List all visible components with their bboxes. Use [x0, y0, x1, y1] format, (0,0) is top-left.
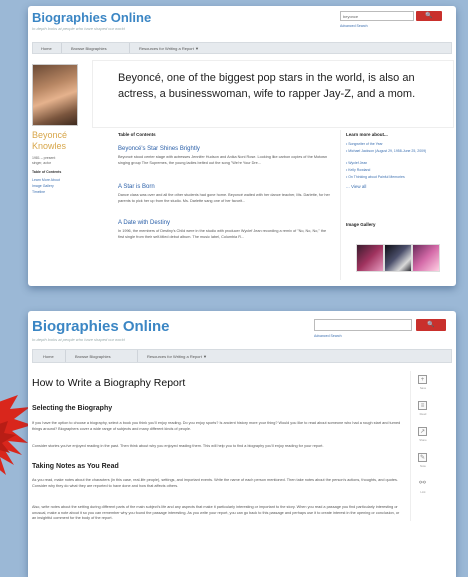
advanced-search-link[interactable]: Advanced Search — [314, 334, 342, 338]
nav-browse[interactable]: Browse Biographies — [71, 47, 107, 51]
section-excerpt-2: Dance class was over and all the other s… — [118, 193, 330, 203]
tool-label: Note — [420, 464, 426, 468]
nav-home[interactable]: Home — [43, 355, 54, 359]
gallery-heading: Image Gallery — [346, 222, 376, 227]
note-icon[interactable]: ✎ — [418, 453, 427, 462]
search-input[interactable]: beyonce — [340, 11, 414, 21]
paragraph: If you have the option to choose a biogr… — [32, 421, 401, 431]
save-icon[interactable]: + — [418, 375, 427, 384]
report-guide-card: Biographies Online In-depth looks at peo… — [28, 311, 456, 577]
search-icon: 🔍 — [427, 322, 435, 328]
nav-resources[interactable]: Resources for Writing a Report ▼ — [139, 47, 199, 51]
tool-divider — [410, 371, 411, 521]
section-title-3[interactable]: A Date with Destiny — [118, 220, 170, 226]
section-title-2[interactable]: A Star is Born — [118, 184, 155, 190]
gallery-image[interactable] — [356, 244, 384, 272]
section-title-1[interactable]: Beyoncé's Star Shines Brightly — [118, 146, 200, 152]
nav-resources[interactable]: Resources for Writing a Report ▼ — [147, 355, 207, 359]
main-nav: Home Browse Biographies Resources for Wr… — [32, 42, 452, 54]
learn-more-link[interactable]: • Kelly Rowland — [346, 168, 446, 173]
biography-page-card: Biographies Online In-depth looks at peo… — [28, 6, 456, 286]
tool-label: Link — [420, 490, 426, 494]
paragraph: Also, write notes about the setting duri… — [32, 505, 400, 521]
intro-quote: Beyoncé, one of the biggest pop stars in… — [118, 72, 416, 100]
nav-divider — [137, 350, 138, 362]
search-icon: 🔍 — [425, 13, 433, 19]
section-excerpt-1: Beyoncé stood center stage with actresse… — [118, 155, 328, 165]
sidebar-link-learn-more[interactable]: Learn More About — [32, 178, 60, 183]
tool-label: Save — [419, 386, 427, 390]
sidebar-link-timeline[interactable]: Timeline — [32, 190, 45, 195]
paragraph: As you read, make notes about the charac… — [32, 478, 398, 488]
site-tagline: In-depth looks at people who have shaped… — [32, 26, 125, 31]
sidebar-link-gallery[interactable]: Image Gallery — [32, 184, 54, 189]
link-icon[interactable]: ⚯ — [418, 479, 427, 488]
nav-home[interactable]: Home — [41, 47, 52, 51]
main-nav: Home Browse Biographies Resources for Wr… — [32, 349, 452, 363]
learn-more-link[interactable]: • Wyclef Jean — [346, 161, 446, 166]
nav-divider — [65, 350, 66, 362]
nav-divider — [129, 43, 130, 53]
tool-label: Read — [419, 412, 427, 416]
gallery-image[interactable] — [412, 244, 440, 272]
column-divider — [340, 130, 341, 280]
profile-photo — [32, 64, 78, 126]
nav-divider — [61, 43, 62, 53]
page-title: How to Write a Biography Report — [32, 377, 186, 389]
section-heading-notes: Taking Notes as You Read — [32, 463, 119, 470]
learn-more-heading: Learn more about... — [346, 132, 388, 137]
gallery-image[interactable] — [384, 244, 412, 272]
learn-more-link[interactable]: • Songwriter of the Year — [346, 142, 446, 147]
section-heading-selecting: Selecting the Biography — [32, 405, 113, 412]
learn-more-link[interactable]: • On Thinking about Painful Memories — [346, 175, 446, 180]
search-input[interactable] — [314, 319, 412, 331]
paragraph: Consider stories you've enjoyed reading … — [32, 444, 324, 448]
search-button[interactable]: 🔍 — [416, 11, 442, 21]
sidebar-toc-heading: Table of Contents — [32, 170, 62, 174]
read-icon[interactable]: ≡ — [418, 401, 427, 410]
tool-label: Share — [419, 438, 427, 442]
nav-browse[interactable]: Browse Biographies — [75, 355, 111, 359]
learn-more-link[interactable]: • Michael Jackson (August 29, 1958-June … — [346, 149, 446, 154]
search-button[interactable]: 🔍 — [416, 319, 446, 331]
toc-heading: Table of Contents — [118, 132, 156, 137]
profile-name: Beyoncé Knowles — [32, 130, 68, 151]
share-icon[interactable]: ↗ — [418, 427, 427, 436]
site-tagline: In-depth looks at people who have shaped… — [32, 337, 125, 342]
advanced-search-link[interactable]: Advanced Search — [340, 24, 368, 28]
section-excerpt-3: In 1996, the members of Destiny's Child … — [118, 229, 327, 239]
view-all-link[interactable]: ... View all — [346, 184, 366, 189]
profile-occupation: singer, actor — [32, 161, 52, 165]
site-logo[interactable]: Biographies Online — [32, 10, 151, 25]
site-logo[interactable]: Biographies Online — [32, 318, 170, 335]
